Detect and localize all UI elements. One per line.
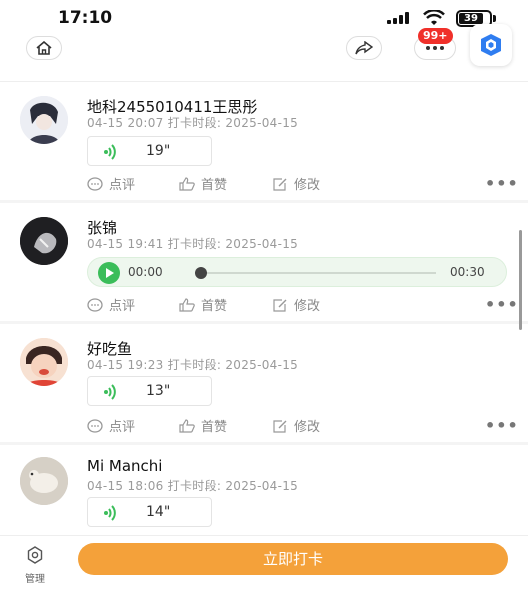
edit-label: 修改 bbox=[294, 420, 321, 435]
audio-player: 00:00 00:30 bbox=[87, 257, 507, 287]
edit-label: 修改 bbox=[294, 178, 321, 193]
cellular-signal-icon bbox=[387, 12, 413, 24]
like-button[interactable]: 首赞 bbox=[179, 295, 227, 314]
feed-scrollbar[interactable] bbox=[519, 230, 522, 330]
edit-button[interactable]: 修改 bbox=[272, 295, 320, 314]
comment-icon bbox=[87, 176, 103, 191]
voice-duration: 14" bbox=[146, 504, 171, 520]
avatar[interactable] bbox=[20, 338, 68, 386]
post-more-button[interactable]: ••• bbox=[485, 416, 519, 435]
avatar-image bbox=[20, 338, 68, 386]
checkin-feed: 地科2455010411王思彤 04-15 20:07 打卡时段: 2025-0… bbox=[0, 82, 528, 538]
post-more-button[interactable]: ••• bbox=[485, 174, 519, 193]
post-card: 地科2455010411王思彤 04-15 20:07 打卡时段: 2025-0… bbox=[0, 82, 528, 200]
post-card: 好吃鱼 04-15 19:23 打卡时段: 2025-04-15 13" 点评 … bbox=[0, 324, 528, 442]
voice-wave-icon bbox=[104, 505, 116, 521]
like-label: 首赞 bbox=[201, 178, 228, 193]
thumbs-up-icon bbox=[179, 176, 195, 191]
wifi-icon bbox=[423, 10, 445, 25]
voice-wave-icon bbox=[104, 384, 116, 400]
bottom-bar: 管理 立即打卡 bbox=[0, 535, 528, 605]
battery-level: 39 bbox=[459, 13, 483, 24]
checkin-now-button[interactable]: 立即打卡 bbox=[78, 543, 508, 575]
play-button[interactable] bbox=[98, 262, 120, 284]
avatar-image bbox=[20, 217, 68, 265]
post-meta: 04-15 18:06 打卡时段: 2025-04-15 bbox=[87, 479, 299, 493]
post-more-button[interactable]: ••• bbox=[485, 295, 519, 314]
share-icon bbox=[355, 41, 373, 55]
comment-label: 点评 bbox=[109, 178, 136, 193]
voice-duration: 13" bbox=[146, 383, 171, 399]
comment-label: 点评 bbox=[109, 420, 136, 435]
comment-button[interactable]: 点评 bbox=[87, 416, 135, 435]
app-logo-icon bbox=[481, 34, 501, 56]
audio-total-time: 00:30 bbox=[450, 265, 485, 279]
avatar-image bbox=[20, 457, 68, 505]
audio-progress-knob[interactable] bbox=[195, 267, 207, 279]
voice-duration: 19" bbox=[146, 143, 171, 159]
home-icon bbox=[36, 41, 52, 55]
thumbs-up-icon bbox=[179, 297, 195, 312]
avatar-image bbox=[20, 96, 68, 144]
comment-button[interactable]: 点评 bbox=[87, 295, 135, 314]
status-time: 17:10 bbox=[58, 8, 113, 28]
like-button[interactable]: 首赞 bbox=[179, 416, 227, 435]
gear-icon bbox=[27, 546, 43, 564]
comment-icon bbox=[87, 418, 103, 433]
notification-badge: 99+ bbox=[418, 28, 453, 44]
post-actions: 点评 首赞 修改 ••• bbox=[87, 416, 518, 436]
post-actions: 点评 首赞 修改 ••• bbox=[87, 295, 518, 315]
manage-label: 管理 bbox=[25, 574, 45, 585]
comment-button[interactable]: 点评 bbox=[87, 174, 135, 193]
edit-button[interactable]: 修改 bbox=[272, 416, 320, 435]
post-author[interactable]: Mi Manchi bbox=[87, 457, 162, 475]
voice-message[interactable]: 14" bbox=[87, 497, 212, 527]
audio-progress-track[interactable] bbox=[198, 272, 436, 274]
like-label: 首赞 bbox=[201, 299, 228, 314]
post-card: Mi Manchi 04-15 18:06 打卡时段: 2025-04-15 1… bbox=[0, 445, 528, 535]
comment-icon bbox=[87, 297, 103, 312]
edit-icon bbox=[273, 298, 287, 312]
app-logo[interactable] bbox=[470, 24, 512, 66]
avatar[interactable] bbox=[20, 96, 68, 144]
thumbs-up-icon bbox=[179, 418, 195, 433]
edit-icon bbox=[273, 419, 287, 433]
home-button[interactable] bbox=[26, 36, 62, 60]
voice-message[interactable]: 13" bbox=[87, 376, 212, 406]
edit-icon bbox=[273, 177, 287, 191]
post-meta: 04-15 19:41 打卡时段: 2025-04-15 bbox=[87, 237, 299, 251]
edit-label: 修改 bbox=[294, 299, 321, 314]
like-label: 首赞 bbox=[201, 420, 228, 435]
voice-message[interactable]: 19" bbox=[87, 136, 212, 166]
manage-button[interactable]: 管理 bbox=[20, 546, 50, 585]
top-nav: 99+ bbox=[0, 24, 528, 82]
comment-label: 点评 bbox=[109, 299, 136, 314]
post-meta: 04-15 20:07 打卡时段: 2025-04-15 bbox=[87, 116, 299, 130]
share-button[interactable] bbox=[346, 36, 382, 60]
avatar[interactable] bbox=[20, 457, 68, 505]
post-card: 张锦 04-15 19:41 打卡时段: 2025-04-15 00:00 00… bbox=[0, 203, 528, 321]
post-meta: 04-15 19:23 打卡时段: 2025-04-15 bbox=[87, 358, 299, 372]
edit-button[interactable]: 修改 bbox=[272, 174, 320, 193]
battery-cap bbox=[493, 15, 496, 22]
voice-wave-icon bbox=[104, 144, 116, 160]
avatar[interactable] bbox=[20, 217, 68, 265]
audio-current-time: 00:00 bbox=[128, 265, 163, 279]
like-button[interactable]: 首赞 bbox=[179, 174, 227, 193]
more-dots-icon bbox=[426, 46, 444, 50]
post-actions: 点评 首赞 修改 ••• bbox=[87, 174, 518, 194]
